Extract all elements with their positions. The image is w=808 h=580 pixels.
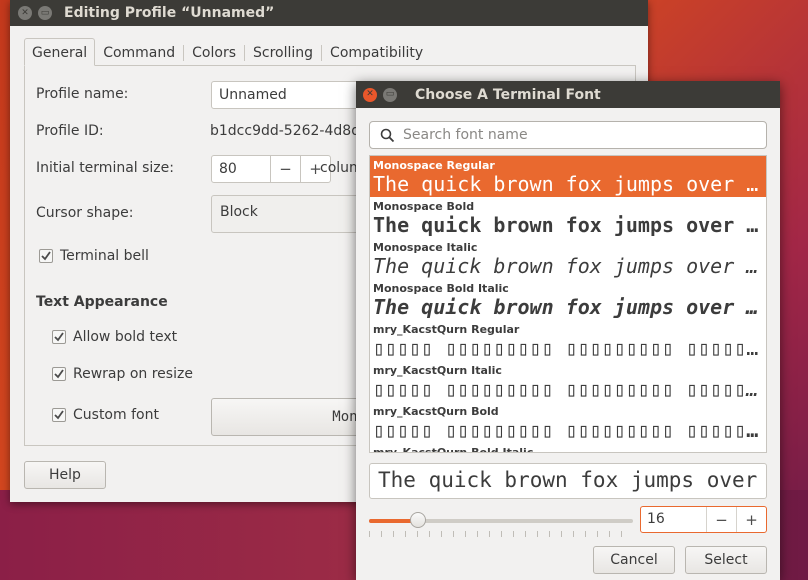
font-item-name: Monospace Bold <box>373 200 475 213</box>
minimize-icon[interactable]: ▭ <box>38 6 52 20</box>
font-item-sample: ▯▯▯▯▯ ▯▯▯▯▯▯▯▯▯ ▯▯▯▯▯▯▯▯▯ ▯▯▯▯▯ ▯▯▯▯▯▯▯▯ <box>373 337 763 360</box>
rewrap-label: Rewrap on resize <box>73 366 193 382</box>
cursor-shape-combo[interactable]: Block <box>211 195 371 233</box>
tab-bar: General Command Colors Scrolling Compati… <box>24 38 636 66</box>
font-size-slider[interactable] <box>369 507 633 537</box>
profile-id-value: b1dcc9dd-5262-4d8d-a <box>210 123 374 139</box>
font-item-sample: ▯▯▯▯▯ ▯▯▯▯▯▯▯▯▯ ▯▯▯▯▯▯▯▯▯ ▯▯▯▯▯ ▯▯▯▯▯▯▯▯ <box>373 419 763 442</box>
checkbox-checked-icon[interactable] <box>52 330 66 344</box>
allow-bold-checkbox[interactable]: Allow bold text <box>52 329 177 345</box>
help-button[interactable]: Help <box>24 461 106 489</box>
plus-icon[interactable]: + <box>736 507 766 532</box>
cancel-button[interactable]: Cancel <box>593 546 675 574</box>
font-item-name: mry_KacstQurn Bold <box>373 405 499 418</box>
text-appearance-title: Text Appearance <box>36 294 168 310</box>
font-item-name: mry_KacstQurn Regular <box>373 323 520 336</box>
allow-bold-label: Allow bold text <box>73 329 178 345</box>
font-chooser-dialog: ✕ ▭ Choose A Terminal Font Search font n… <box>356 81 780 580</box>
font-item-sample: The quick brown fox jumps over the lazy … <box>373 214 763 237</box>
font-item-name: mry_KacstQurn Italic <box>373 364 502 377</box>
checkbox-checked-icon[interactable] <box>52 367 66 381</box>
font-item-sample: The quick brown fox jumps over the lazy … <box>373 255 763 278</box>
font-list-item[interactable]: Monospace Regular The quick brown fox ju… <box>370 156 766 197</box>
font-item-name: mry_KacstQurn Bold Italic <box>373 446 534 453</box>
terminal-bell-label: Terminal bell <box>60 248 149 264</box>
slider-ticks <box>369 531 633 537</box>
rewrap-checkbox[interactable]: Rewrap on resize <box>52 366 193 382</box>
terminal-bell-checkbox[interactable]: Terminal bell <box>39 248 149 264</box>
font-list-item[interactable]: mry_KacstQurn Bold ▯▯▯▯▯ ▯▯▯▯▯▯▯▯▯ ▯▯▯▯▯… <box>370 402 766 443</box>
minus-icon[interactable]: − <box>270 156 300 182</box>
font-dialog-titlebar: ✕ ▭ Choose A Terminal Font <box>356 81 780 108</box>
columns-value[interactable]: 80 <box>212 156 270 182</box>
close-icon[interactable]: ✕ <box>363 87 377 102</box>
font-size-value[interactable]: 16 <box>641 507 706 532</box>
initial-size-label: Initial terminal size: <box>36 160 174 176</box>
font-list-item[interactable]: mry_KacstQurn Regular ▯▯▯▯▯ ▯▯▯▯▯▯▯▯▯ ▯▯… <box>370 320 766 361</box>
font-list[interactable]: Monospace Regular The quick brown fox ju… <box>369 155 767 453</box>
slider-handle[interactable] <box>410 512 426 528</box>
font-list-item[interactable]: mry_KacstQurn Italic ▯▯▯▯▯ ▯▯▯▯▯▯▯▯▯ ▯▯▯… <box>370 361 766 402</box>
tab-colors[interactable]: Colors <box>184 38 244 66</box>
font-list-item[interactable]: mry_KacstQurn Bold Italic ▯▯▯▯▯ ▯▯▯▯▯▯▯▯… <box>370 443 766 453</box>
font-size-spinbutton[interactable]: 16 − + <box>640 506 767 533</box>
font-item-sample: ▯▯▯▯▯ ▯▯▯▯▯▯▯▯▯ ▯▯▯▯▯▯▯▯▯ ▯▯▯▯▯ ▯▯▯▯▯▯▯▯ <box>373 378 763 401</box>
font-item-name: Monospace Italic <box>373 241 478 254</box>
profile-name-input[interactable]: Unnamed <box>211 81 371 109</box>
profile-name-label: Profile name: <box>36 86 129 102</box>
search-placeholder: Search font name <box>403 127 528 143</box>
font-dialog-title: Choose A Terminal Font <box>415 86 601 103</box>
font-search-input[interactable]: Search font name <box>369 121 767 149</box>
cursor-shape-label: Cursor shape: <box>36 205 134 221</box>
font-item-name: Monospace Bold Italic <box>373 282 509 295</box>
profile-window-titlebar: ✕ ▭ Editing Profile “Unnamed” <box>10 0 648 26</box>
custom-font-button[interactable]: Mono <box>211 398 371 436</box>
window-title: Editing Profile “Unnamed” <box>64 5 275 21</box>
checkbox-checked-icon[interactable] <box>52 408 66 422</box>
font-preview-entry[interactable]: The quick brown fox jumps over the lazy … <box>369 463 767 499</box>
search-icon <box>380 128 395 142</box>
font-list-item[interactable]: Monospace Italic The quick brown fox jum… <box>370 238 766 279</box>
font-item-sample: The quick brown fox jumps over the lazy … <box>373 173 763 196</box>
tab-scrolling[interactable]: Scrolling <box>245 38 321 66</box>
font-item-sample: The quick brown fox jumps over the lazy … <box>373 296 763 319</box>
close-icon[interactable]: ✕ <box>18 6 32 20</box>
profile-id-label: Profile ID: <box>36 123 104 139</box>
custom-font-label: Custom font <box>73 407 159 423</box>
tab-compatibility[interactable]: Compatibility <box>322 38 431 66</box>
minus-icon[interactable]: − <box>706 507 736 532</box>
minimize-icon[interactable]: ▭ <box>383 87 397 102</box>
custom-font-checkbox[interactable]: Custom font <box>52 407 159 423</box>
font-list-item[interactable]: Monospace Bold Italic The quick brown fo… <box>370 279 766 320</box>
checkbox-checked-icon[interactable] <box>39 249 53 263</box>
font-list-item[interactable]: Monospace Bold The quick brown fox jumps… <box>370 197 766 238</box>
select-button[interactable]: Select <box>685 546 767 574</box>
tab-general[interactable]: General <box>24 38 96 66</box>
tab-command[interactable]: Command <box>95 38 183 66</box>
columns-spinbutton[interactable]: 80 − + <box>211 155 331 183</box>
font-item-name: Monospace Regular <box>373 159 495 172</box>
